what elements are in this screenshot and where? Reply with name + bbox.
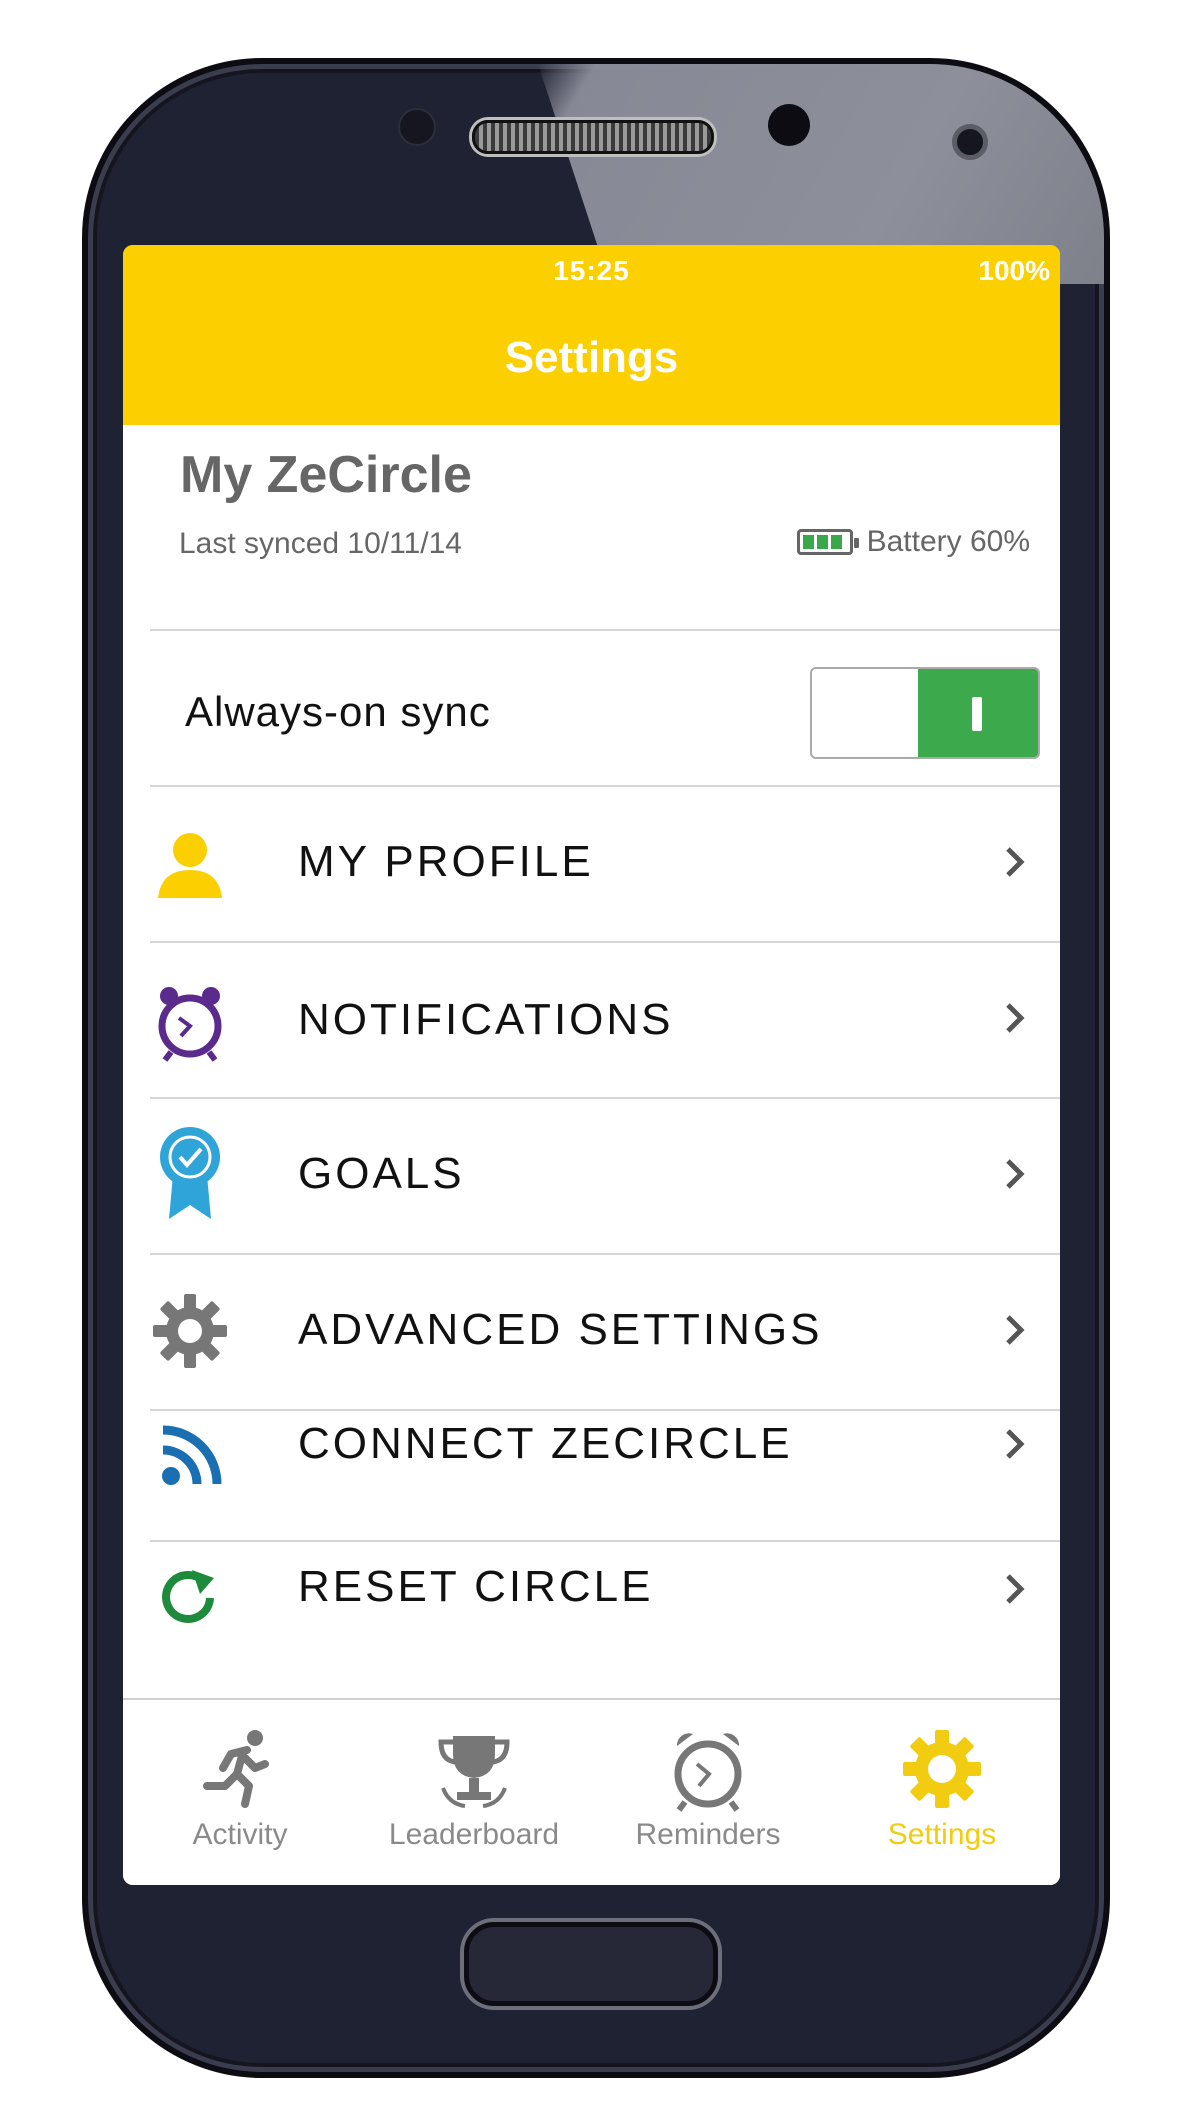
camera-lens xyxy=(952,124,988,160)
user-icon xyxy=(150,825,230,905)
app-screen: 15:25 100% Settings My ZeCircle Last syn… xyxy=(123,245,1060,1885)
last-synced-text: Last synced 10/11/14 xyxy=(179,527,462,560)
menu-item-label: ADVANCED SETTINGS xyxy=(298,1305,823,1354)
menu-item-notifications[interactable]: NOTIFICATIONS xyxy=(150,943,1060,1097)
battery-label: Battery 60% xyxy=(866,525,1030,558)
app-header: 15:25 100% Settings xyxy=(123,245,1060,425)
toggle-on-indicator xyxy=(918,669,1038,757)
chevron-right-icon xyxy=(1004,1157,1026,1196)
chevron-right-icon xyxy=(1004,1313,1026,1352)
runner-icon xyxy=(195,1724,285,1814)
menu-item-goals[interactable]: GOALS xyxy=(150,1099,1060,1253)
status-time: 15:25 xyxy=(553,255,630,286)
tab-label: Activity xyxy=(192,1818,288,1851)
device-name: My ZeCircle xyxy=(180,446,472,504)
front-camera xyxy=(768,104,810,146)
status-battery: 100% xyxy=(978,255,1050,286)
chevron-right-icon xyxy=(1004,1572,1026,1611)
gear-icon xyxy=(897,1724,987,1814)
award-badge-icon xyxy=(150,1127,230,1219)
tab-leaderboard[interactable]: Leaderboard xyxy=(357,1700,591,1885)
tab-label: Settings xyxy=(887,1818,997,1851)
menu-item-label: GOALS xyxy=(298,1149,465,1198)
gear-icon xyxy=(150,1291,230,1371)
page-title: Settings xyxy=(504,333,679,382)
menu-item-reset-circle[interactable]: RESET CIRCLE xyxy=(150,1542,1060,1696)
trophy-icon xyxy=(429,1724,519,1814)
proximity-sensor xyxy=(398,108,436,146)
refresh-icon xyxy=(150,1558,230,1638)
tab-activity[interactable]: Activity xyxy=(123,1700,357,1885)
rss-icon xyxy=(150,1417,230,1497)
menu-item-label: NOTIFICATIONS xyxy=(298,995,674,1044)
home-button[interactable] xyxy=(464,1922,718,2006)
menu-item-advanced-settings[interactable]: ADVANCED SETTINGS xyxy=(150,1255,1060,1409)
menu-item-label: CONNECT ZECIRCLE xyxy=(298,1419,793,1468)
menu-item-label: RESET CIRCLE xyxy=(298,1562,654,1611)
chevron-right-icon xyxy=(1004,1427,1026,1466)
device-battery: Battery 60% xyxy=(796,525,1030,559)
tab-reminders[interactable]: Reminders xyxy=(591,1700,825,1885)
alarm-clock-icon xyxy=(150,983,230,1063)
chevron-right-icon xyxy=(1004,1001,1026,1040)
menu-item-my-profile[interactable]: MY PROFILE xyxy=(150,787,1060,941)
tab-label: Reminders xyxy=(635,1818,781,1851)
bottom-tab-bar: Activity Leaderboard Reminders Settings xyxy=(123,1698,1060,1885)
divider xyxy=(150,629,1060,631)
tab-label: Leaderboard xyxy=(388,1818,560,1851)
menu-item-label: MY PROFILE xyxy=(298,837,594,886)
tab-settings[interactable]: Settings xyxy=(825,1700,1059,1885)
earpiece-speaker xyxy=(472,120,714,154)
always-on-sync-label: Always-on sync xyxy=(185,688,491,735)
always-on-sync-toggle[interactable] xyxy=(810,667,1040,759)
chevron-right-icon xyxy=(1004,845,1026,884)
alarm-clock-icon xyxy=(663,1724,753,1814)
battery-icon xyxy=(796,529,859,555)
